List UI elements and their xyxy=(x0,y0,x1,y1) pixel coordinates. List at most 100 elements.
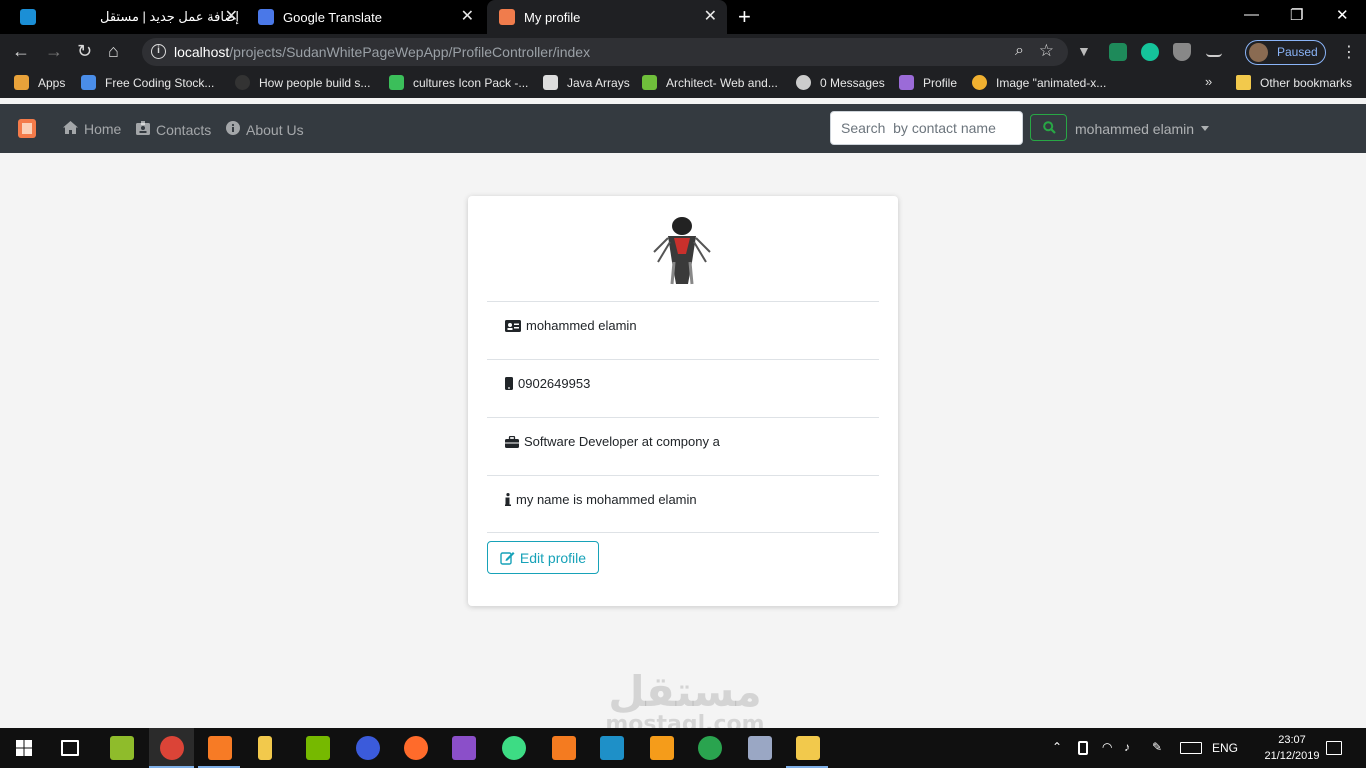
divider xyxy=(487,532,879,533)
app-icon[interactable] xyxy=(356,736,380,760)
nav-about-us[interactable]: About Us xyxy=(226,121,304,138)
pen-extension-icon[interactable] xyxy=(1206,43,1222,57)
bookmark-profile[interactable]: Profile xyxy=(899,75,957,90)
url-text[interactable]: localhost/projects/SudanWhitePageWepApp/… xyxy=(174,44,590,60)
app-icon[interactable] xyxy=(650,736,674,760)
browser-tab-strip: إضافة عمل جديد | مستقل ✕ Google Translat… xyxy=(0,0,1366,34)
apps-grid-icon xyxy=(14,75,29,90)
tab-title: My profile xyxy=(524,9,581,25)
bookmark-free-coding[interactable]: Free Coding Stock... xyxy=(81,75,214,90)
nav-home[interactable]: Home xyxy=(63,121,121,137)
restore-icon[interactable]: ❐ xyxy=(1290,6,1303,24)
java-icon xyxy=(543,75,558,90)
bookmark-image[interactable]: Image "animated-x... xyxy=(972,75,1106,90)
profile-avatar xyxy=(652,212,712,287)
mobile-phone-icon xyxy=(505,377,513,390)
avatar xyxy=(1249,43,1268,62)
swift-icon[interactable] xyxy=(404,736,428,760)
app-icon[interactable] xyxy=(698,736,722,760)
search-icon xyxy=(1043,121,1056,134)
bookmarks-bar: Apps Free Coding Stock... How people bui… xyxy=(0,70,1366,98)
shield-extension-icon[interactable] xyxy=(1173,43,1191,61)
windows-start-icon[interactable] xyxy=(16,740,32,756)
tab-google-translate[interactable]: Google Translate ✕ xyxy=(250,0,484,34)
edit-icon xyxy=(500,552,515,565)
bookmark-apps[interactable]: Apps xyxy=(14,75,65,90)
user-dropdown[interactable]: mohammed elamin xyxy=(1075,121,1210,137)
reload-icon[interactable]: ↻ xyxy=(77,41,92,61)
android-studio-icon[interactable] xyxy=(502,736,526,760)
edit-profile-button[interactable]: Edit profile xyxy=(487,541,599,574)
forward-icon[interactable]: → xyxy=(45,41,63,61)
bookmark-upwork[interactable]: Architect- Web and... xyxy=(642,75,778,90)
close-tab-icon[interactable]: ✕ xyxy=(704,9,717,25)
profile-job: Software Developer at compony a xyxy=(524,434,720,449)
profile-bookmark-icon xyxy=(899,75,914,90)
window-close-icon[interactable]: ✕ xyxy=(1336,6,1349,24)
contacts-icon xyxy=(136,121,150,138)
minimize-icon[interactable]: — xyxy=(1244,6,1259,23)
tab-my-profile[interactable]: My profile ✕ xyxy=(487,0,727,34)
profile-paused-button[interactable]: Paused xyxy=(1245,40,1326,65)
windows-taskbar: ⌃ ◠ ♪ ✎ ENG xyxy=(0,728,1366,768)
tab-mostaql[interactable]: إضافة عمل جديد | مستقل ✕ xyxy=(12,0,248,34)
profile-bio-row: my name is mohammed elamin xyxy=(487,475,879,533)
home-icon[interactable]: ⌂ xyxy=(108,41,119,61)
vuetify-extension-icon[interactable]: ▼ xyxy=(1077,43,1095,61)
bookmarks-overflow-icon[interactable]: » xyxy=(1205,74,1212,89)
browser-toolbar: ← → ↻ ⌂ i localhost/projects/SudanWhiteP… xyxy=(0,34,1366,70)
bookmark-cultures[interactable]: cultures Icon Pack -... xyxy=(389,75,528,90)
profile-name: mohammed elamin xyxy=(526,318,637,333)
bookmark-star-icon[interactable]: ☆ xyxy=(1039,41,1054,61)
xampp-icon[interactable] xyxy=(208,736,232,760)
other-bookmarks[interactable]: Other bookmarks xyxy=(1236,75,1352,90)
lambda-app-icon[interactable] xyxy=(110,736,134,760)
app-icon[interactable] xyxy=(748,736,772,760)
webstorm-icon[interactable] xyxy=(600,736,624,760)
home-icon xyxy=(63,121,78,137)
bookmark-java-arrays[interactable]: Java Arrays xyxy=(543,75,630,90)
language-indicator[interactable]: ENG xyxy=(1212,741,1238,755)
upwork-icon xyxy=(642,75,657,90)
wifi-icon[interactable]: ◠ xyxy=(1102,740,1112,754)
back-icon[interactable]: ← xyxy=(12,41,30,61)
app-logo-icon xyxy=(499,9,515,25)
menu-icon[interactable]: ⋮ xyxy=(1341,42,1357,62)
address-bar[interactable]: i localhost/projects/SudanWhitePageWepAp… xyxy=(142,38,1068,66)
profile-phone: 0902649953 xyxy=(518,376,591,391)
site-info-icon[interactable]: i xyxy=(151,44,166,59)
new-tab-icon[interactable]: + xyxy=(738,6,751,28)
brand-logo[interactable] xyxy=(14,117,40,140)
taskbar-clock[interactable]: 23:07 21/12/2019 xyxy=(1262,732,1322,764)
volume-icon[interactable]: ♪ xyxy=(1124,740,1130,754)
bookmark-github[interactable]: How people build s... xyxy=(235,75,370,90)
tray-chevron-icon[interactable]: ⌃ xyxy=(1052,740,1062,754)
extension-s-icon[interactable] xyxy=(1109,43,1127,61)
file-icon[interactable] xyxy=(258,736,272,760)
search-button[interactable] xyxy=(1030,114,1067,141)
bookmark-messages[interactable]: 0 Messages xyxy=(796,75,885,90)
nav-contacts[interactable]: Contacts xyxy=(136,121,211,138)
tab-title: إضافة عمل جديد | مستقل xyxy=(100,9,239,24)
keyboard-icon[interactable] xyxy=(1180,742,1202,754)
zoom-icon[interactable]: ⌕ xyxy=(1015,42,1024,60)
grammarly-icon[interactable] xyxy=(1141,43,1159,61)
info-icon xyxy=(505,493,511,506)
close-tab-icon[interactable]: ✕ xyxy=(461,9,474,25)
battery-icon[interactable] xyxy=(1078,741,1088,755)
google-translate-icon xyxy=(258,9,274,25)
star-burst-icon xyxy=(972,75,987,90)
task-view-icon[interactable] xyxy=(61,740,79,756)
nvidia-icon[interactable] xyxy=(306,736,330,760)
phpstorm-icon[interactable] xyxy=(452,736,476,760)
pen-icon[interactable]: ✎ xyxy=(1152,740,1162,754)
mostaql-favicon-icon xyxy=(20,9,36,25)
icon-pack-icon xyxy=(389,75,404,90)
notifications-icon[interactable] xyxy=(1326,741,1342,755)
chrome-icon[interactable] xyxy=(160,736,184,760)
paused-label: Paused xyxy=(1277,45,1318,59)
close-tab-icon[interactable]: ✕ xyxy=(225,9,238,25)
presentation-icon[interactable] xyxy=(552,736,576,760)
search-input[interactable] xyxy=(830,111,1023,145)
file-explorer-icon[interactable] xyxy=(796,736,820,760)
